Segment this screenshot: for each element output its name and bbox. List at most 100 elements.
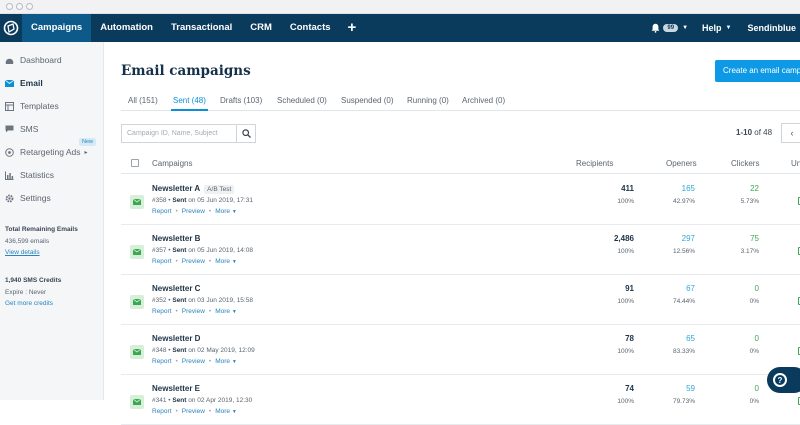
more-menu[interactable]: More ▼ <box>215 358 237 365</box>
table-row[interactable]: Newsletter E #341 • Sent on 02 Apr 2019, … <box>121 375 800 425</box>
preview-link[interactable]: Preview <box>182 258 205 265</box>
help-menu[interactable]: Help ▼ <box>702 23 731 33</box>
campaign-name[interactable]: Newsletter C <box>152 284 200 293</box>
prev-page-button[interactable]: ‹ <box>781 123 800 143</box>
more-menu[interactable]: More ▼ <box>215 208 237 215</box>
preview-link[interactable]: Preview <box>182 308 205 315</box>
clickers-count[interactable]: 0 <box>709 384 759 393</box>
row-actions: Report • Preview • More ▼ <box>152 258 237 265</box>
report-link[interactable]: Report <box>152 208 172 215</box>
tab-archived[interactable]: Archived (0) <box>462 94 505 111</box>
target-icon <box>5 147 14 157</box>
select-all-checkbox[interactable] <box>131 159 139 167</box>
sidebar-item-templates[interactable]: Templates <box>5 101 59 111</box>
report-link[interactable]: Report <box>152 308 172 315</box>
tab-all[interactable]: All (151) <box>128 94 158 111</box>
table-row[interactable]: Newsletter D #348 • Sent on 02 May 2019, … <box>121 325 800 375</box>
tab-running[interactable]: Running (0) <box>407 94 449 111</box>
sidebar-item-statistics[interactable]: Statistics <box>5 170 54 180</box>
campaign-meta: #341 • Sent on 02 Apr 2019, 12:30 <box>152 397 253 404</box>
table-row[interactable]: Newsletter B #357 • Sent on 05 Jun 2019, … <box>121 225 800 275</box>
campaign-search-input[interactable]: Campaign ID, Name, Subject <box>121 124 236 143</box>
clickers-pct: 0% <box>749 398 759 405</box>
column-recipients[interactable]: Recipients <box>576 159 613 168</box>
report-link[interactable]: Report <box>152 258 172 265</box>
remaining-emails-title: Total Remaining Emails <box>5 226 78 233</box>
clickers-count[interactable]: 75 <box>709 234 759 243</box>
more-menu[interactable]: More ▼ <box>215 408 237 415</box>
nav-right-group: 99 ▼ Help ▼ Sendinblue <box>651 14 800 42</box>
add-plus-button[interactable]: + <box>340 14 365 42</box>
account-menu[interactable]: Sendinblue <box>747 23 796 33</box>
chevron-down-icon: ▼ <box>682 25 689 31</box>
sidebar-item-dashboard[interactable]: Dashboard <box>5 55 62 65</box>
row-actions: Report • Preview • More ▼ <box>152 308 237 315</box>
campaign-name[interactable]: Newsletter B <box>152 234 200 243</box>
sidebar-item-email[interactable]: Email <box>5 78 43 88</box>
column-clickers[interactable]: Clickers <box>731 159 759 168</box>
recipients-count: 91 <box>625 284 634 293</box>
campaign-name[interactable]: Newsletter A A/B Test <box>152 184 235 194</box>
openers-count[interactable]: 165 <box>645 184 695 193</box>
tab-suspended[interactable]: Suspended (0) <box>341 94 393 111</box>
openers-count[interactable]: 59 <box>645 384 695 393</box>
column-unsubscribed[interactable]: Un <box>791 159 800 168</box>
table-header: Campaigns Recipients Openers Clickers Un <box>121 154 800 174</box>
table-row[interactable]: Newsletter A A/B Test #358 • Sent on 05 Ju… <box>121 175 800 225</box>
nav-crm[interactable]: CRM <box>241 14 281 42</box>
nav-campaigns[interactable]: Campaigns <box>22 14 92 42</box>
sidebar-item-settings[interactable]: Settings <box>5 193 51 203</box>
main-content: Email campaigns Create an email campaign… <box>104 42 800 425</box>
email-sent-icon <box>130 295 144 309</box>
report-link[interactable]: Report <box>152 408 172 415</box>
sendinblue-logo-icon[interactable] <box>0 14 22 42</box>
openers-count[interactable]: 297 <box>645 234 695 243</box>
window-maximize-dot[interactable] <box>26 3 33 10</box>
clickers-count[interactable]: 0 <box>709 284 759 293</box>
campaign-name[interactable]: Newsletter E <box>152 384 200 393</box>
campaign-meta: #357 • Sent on 05 Jun 2019, 14:08 <box>152 247 253 254</box>
nav-automation[interactable]: Automation <box>91 14 162 42</box>
create-email-campaign-button[interactable]: Create an email campaign <box>715 60 800 82</box>
sidebar-item-retargeting-ads[interactable]: Retargeting Ads ▸ <box>5 147 88 157</box>
recipients-count: 78 <box>625 334 634 343</box>
get-more-credits-link[interactable]: Get more credits <box>5 300 53 307</box>
campaign-meta: #358 • Sent on 05 Jun 2019, 17:31 <box>152 197 253 204</box>
nav-contacts[interactable]: Contacts <box>281 14 340 42</box>
row-actions: Report • Preview • More ▼ <box>152 358 237 365</box>
question-icon: ? <box>773 373 787 387</box>
report-link[interactable]: Report <box>152 358 172 365</box>
tab-scheduled[interactable]: Scheduled (0) <box>277 94 327 111</box>
more-menu[interactable]: More ▼ <box>215 308 237 315</box>
tab-sent[interactable]: Sent (48) <box>171 94 208 111</box>
sidebar-item-sms[interactable]: SMS <box>5 124 38 134</box>
openers-pct: 42.97% <box>672 198 695 205</box>
help-chat-button[interactable]: ? <box>767 367 800 393</box>
column-campaigns[interactable]: Campaigns <box>152 159 192 168</box>
notifications-button[interactable]: 99 ▼ <box>651 23 688 33</box>
more-menu[interactable]: More ▼ <box>215 258 237 265</box>
openers-count[interactable]: 65 <box>645 334 695 343</box>
clickers-count[interactable]: 0 <box>709 334 759 343</box>
openers-pct: 79.73% <box>672 398 695 405</box>
view-details-link[interactable]: View details <box>5 249 40 256</box>
clickers-count[interactable]: 22 <box>709 184 759 193</box>
preview-link[interactable]: Preview <box>182 358 205 365</box>
preview-link[interactable]: Preview <box>182 208 205 215</box>
campaign-name[interactable]: Newsletter D <box>152 334 200 343</box>
window-minimize-dot[interactable] <box>16 3 23 10</box>
openers-count[interactable]: 67 <box>645 284 695 293</box>
window-titlebar <box>0 0 800 14</box>
openers-pct: 74.44% <box>672 298 695 305</box>
recipients-count: 411 <box>621 184 634 193</box>
window-close-dot[interactable] <box>6 3 13 10</box>
table-row[interactable]: Newsletter C #352 • Sent on 03 Jun 2019, … <box>121 275 800 325</box>
clickers-pct: 3.17% <box>740 248 759 255</box>
preview-link[interactable]: Preview <box>182 408 205 415</box>
sms-icon <box>5 125 14 134</box>
column-openers[interactable]: Openers <box>666 159 697 168</box>
tab-drafts[interactable]: Drafts (103) <box>220 94 262 111</box>
nav-transactional[interactable]: Transactional <box>162 14 241 42</box>
campaign-meta: #352 • Sent on 03 Jun 2019, 15:58 <box>152 297 253 304</box>
search-button[interactable] <box>236 124 256 143</box>
